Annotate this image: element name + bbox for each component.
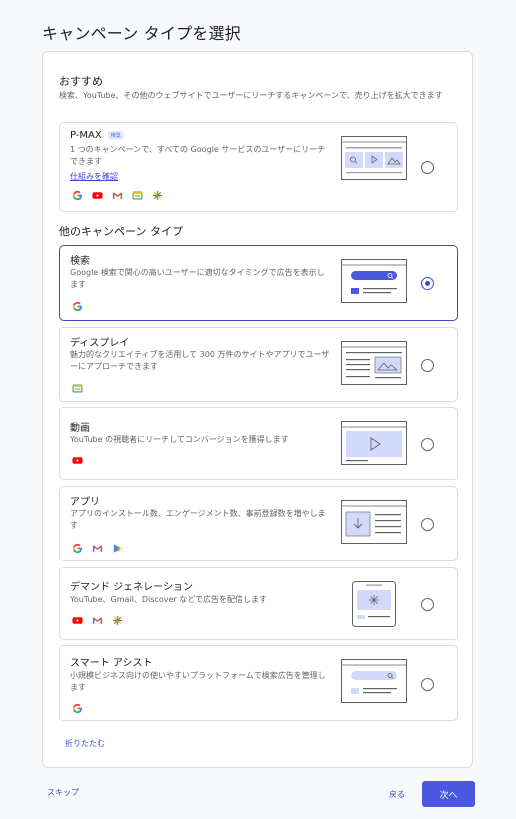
display-illustration xyxy=(341,341,407,385)
gmail-icon xyxy=(112,190,123,201)
card-demand-gen[interactable]: デマンド ジェネレーション YouTube、Gmail、Discover などで… xyxy=(59,567,458,640)
video-network-icons xyxy=(72,455,83,466)
youtube-icon xyxy=(72,455,83,466)
search-network-icons xyxy=(72,301,83,312)
recommended-badge: 推奨 xyxy=(107,130,124,140)
recommended-section-title: おすすめ xyxy=(59,75,103,88)
google-icon xyxy=(72,301,83,312)
learn-how-it-works-link[interactable]: 仕組みを確認 xyxy=(70,171,118,182)
smart-description: 小規模ビジネス向けの使いやすいプラットフォームで検索広告を管理します xyxy=(70,671,326,692)
smart-title: スマート アシスト xyxy=(70,658,153,669)
search-illustration xyxy=(341,259,407,303)
video-radio[interactable] xyxy=(421,438,434,451)
search-radio[interactable] xyxy=(421,277,434,290)
app-title: アプリ xyxy=(70,497,100,508)
display-description: 魅力的なクリエイティブを活用して 300 万件のサイトやアプリでユーザーにアプロ… xyxy=(70,350,330,371)
demandgen-network-icons xyxy=(72,615,123,626)
app-network-icons xyxy=(72,543,123,554)
display-title: ディスプレイ xyxy=(70,338,130,349)
youtube-icon xyxy=(72,615,83,626)
display-icon xyxy=(132,190,143,201)
demandgen-radio[interactable] xyxy=(421,598,434,611)
discover-icon xyxy=(112,615,123,626)
demandgen-description: YouTube、Gmail、Discover などで広告を配信します xyxy=(70,595,268,604)
gmail-icon xyxy=(92,615,103,626)
collapse-link[interactable]: 折りたたむ xyxy=(65,738,105,749)
smart-radio[interactable] xyxy=(421,678,434,691)
pmax-illustration xyxy=(341,136,407,180)
google-icon xyxy=(72,190,83,201)
google-icon xyxy=(72,543,83,554)
video-title: 動画 xyxy=(70,423,90,434)
back-link[interactable]: 戻る xyxy=(389,789,405,800)
pmax-network-icons xyxy=(72,190,163,201)
display-radio[interactable] xyxy=(421,359,434,372)
app-description: アプリのインストール数、エンゲージメント数、事前登録数を増やします xyxy=(70,509,326,530)
card-app[interactable]: アプリ アプリのインストール数、エンゲージメント数、事前登録数を増やします xyxy=(59,486,458,561)
discover-icon xyxy=(152,190,163,201)
other-section-title: 他のキャンペーン タイプ xyxy=(59,225,183,238)
play-icon xyxy=(112,543,123,554)
gmail-icon xyxy=(92,543,103,554)
recommended-section-description: 検索、YouTube、その他のウェブサイトでユーザーにリーチするキャンペーンで、… xyxy=(59,91,443,100)
app-illustration xyxy=(341,500,407,544)
pmax-description: 1 つのキャンペーンで、すべての Google サービスのユーザーにリーチできま… xyxy=(70,145,326,166)
display-network-icons xyxy=(72,383,83,394)
video-illustration xyxy=(341,421,407,465)
smart-network-icons xyxy=(72,703,83,714)
youtube-icon xyxy=(92,190,103,201)
skip-link[interactable]: スキップ xyxy=(47,787,79,798)
demandgen-illustration xyxy=(352,581,396,627)
pmax-title: P-MAX 推奨 xyxy=(70,130,124,141)
pmax-radio[interactable] xyxy=(421,161,434,174)
video-description: YouTube の視聴者にリーチしてコンバージョンを獲得します xyxy=(70,435,289,444)
google-icon xyxy=(72,703,83,714)
next-button[interactable]: 次へ xyxy=(422,781,475,807)
display-icon xyxy=(72,383,83,394)
campaign-type-panel: おすすめ 検索、YouTube、その他のウェブサイトでユーザーにリーチするキャン… xyxy=(42,51,473,768)
card-pmax[interactable]: P-MAX 推奨 1 つのキャンペーンで、すべての Google サービスのユーザ… xyxy=(59,122,458,212)
smart-illustration xyxy=(341,659,407,703)
page-title: キャンペーン タイプを選択 xyxy=(42,24,241,43)
demandgen-title: デマンド ジェネレーション xyxy=(70,582,193,593)
search-description: Google 検索で関心の高いユーザーに適切なタイミングで広告を表示します xyxy=(70,268,325,289)
app-radio[interactable] xyxy=(421,518,434,531)
card-smart[interactable]: スマート アシスト 小規模ビジネス向けの使いやすいプラットフォームで検索広告を管… xyxy=(59,645,458,721)
card-display[interactable]: ディスプレイ 魅力的なクリエイティブを活用して 300 万件のサイトやアプリでユ… xyxy=(59,327,458,402)
search-title: 検索 xyxy=(70,256,90,267)
card-search[interactable]: 検索 Google 検索で関心の高いユーザーに適切なタイミングで広告を表示します xyxy=(59,245,458,321)
card-video[interactable]: 動画 YouTube の視聴者にリーチしてコンバージョンを獲得します xyxy=(59,407,458,480)
pmax-title-text: P-MAX xyxy=(70,130,102,141)
